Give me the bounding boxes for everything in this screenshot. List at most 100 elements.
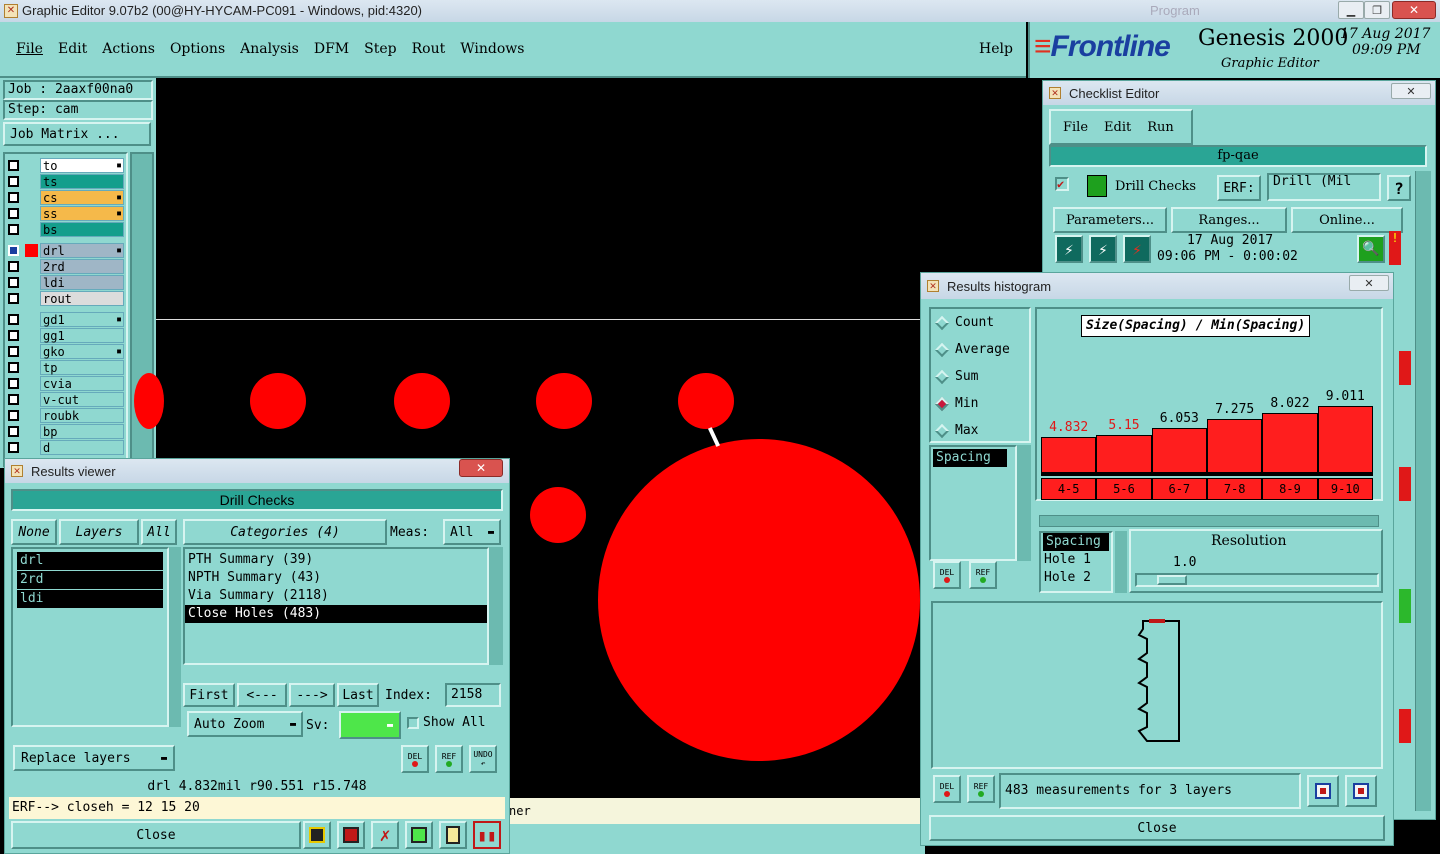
histogram-bar[interactable]	[1207, 418, 1263, 473]
menu-help[interactable]: Help	[979, 41, 1013, 57]
bar-category-label[interactable]: 4-5	[1041, 478, 1097, 500]
layer-checkbox[interactable]	[8, 277, 19, 288]
pad-feature[interactable]	[678, 373, 734, 429]
replace-layers-select[interactable]: Replace layers ▬	[13, 745, 175, 771]
categories-button[interactable]: Categories (4)	[183, 519, 387, 545]
mode-count[interactable]: Count	[931, 309, 1029, 336]
category-item-selected[interactable]: Close Holes (483)	[185, 605, 487, 623]
bar-category-label[interactable]: 5-6	[1096, 478, 1152, 500]
layer-checkbox[interactable]	[8, 442, 19, 453]
checklist-menu-file[interactable]: File	[1063, 120, 1088, 135]
list-item[interactable]: Hole 1	[1041, 551, 1111, 569]
all-button[interactable]: All	[141, 519, 177, 545]
layer-row-ldi[interactable]: ldi	[6, 275, 124, 290]
layer-row-tp[interactable]: tp	[6, 360, 124, 375]
del-button[interactable]: DEL	[401, 745, 429, 773]
first-button[interactable]: First	[183, 683, 235, 707]
tool-icon-5[interactable]	[439, 821, 467, 849]
list-item[interactable]: ldi	[17, 590, 163, 608]
layer-checkbox[interactable]	[8, 192, 19, 203]
layer-results-list[interactable]: drl 2rd ldi	[11, 547, 169, 727]
next-button[interactable]: --->	[289, 683, 335, 707]
layer-row-cs[interactable]: cs ▪	[6, 190, 124, 205]
layer-row-drl[interactable]: drl ▪	[6, 243, 124, 258]
help-button[interactable]: ?	[1387, 175, 1411, 201]
hist-ref-button[interactable]: REF	[969, 561, 997, 589]
run-check-button-2[interactable]: ⚡	[1089, 235, 1117, 263]
layer-checkbox[interactable]	[8, 208, 19, 219]
menu-actions[interactable]: Actions	[102, 41, 155, 57]
category-item[interactable]: Via Summary (2118)	[185, 587, 487, 605]
maximize-button[interactable]: ❐	[1364, 1, 1390, 19]
chart-hscrollbar[interactable]	[1039, 515, 1379, 527]
menu-analysis[interactable]: Analysis	[240, 41, 299, 57]
preview-del-button[interactable]: DEL	[933, 775, 961, 803]
checklist-menu-edit[interactable]: Edit	[1104, 120, 1131, 135]
histogram-toggle-button[interactable]: ▮▮	[473, 821, 501, 849]
menu-rout[interactable]: Rout	[412, 41, 446, 57]
layer-checkbox[interactable]	[8, 362, 19, 373]
histogram-bar[interactable]	[1317, 406, 1373, 473]
erf-button[interactable]: ERF:	[1217, 175, 1261, 201]
mode-average[interactable]: Average	[931, 336, 1029, 363]
list-item[interactable]: Spacing	[1043, 533, 1109, 551]
import-button[interactable]	[1345, 775, 1377, 807]
list-item[interactable]: drl	[17, 552, 163, 570]
menu-windows[interactable]: Windows	[460, 41, 524, 57]
erf-value-field[interactable]: Drill (Mil	[1267, 173, 1381, 201]
layer-checkbox[interactable]	[8, 224, 19, 235]
large-pad-feature[interactable]	[598, 439, 920, 761]
spacing-list[interactable]: Spacing Hole 1 Hole 2	[1039, 531, 1113, 593]
category-item[interactable]: PTH Summary (39)	[185, 551, 487, 569]
show-all-checkbox[interactable]	[407, 717, 419, 729]
list-item[interactable]: Hole 2	[1041, 569, 1111, 587]
measure-list-scrollbar[interactable]	[1017, 445, 1031, 561]
window-close-button[interactable]: ✕	[1392, 1, 1436, 19]
menu-dfm[interactable]: DFM	[314, 41, 349, 57]
layer-row-to[interactable]: to ▪	[6, 158, 124, 173]
layer-checkbox[interactable]	[8, 245, 19, 256]
parameters-button[interactable]: Parameters...	[1053, 207, 1167, 233]
layer-checkbox[interactable]	[8, 261, 19, 272]
histogram-bar[interactable]	[1151, 427, 1207, 473]
menu-file[interactable]: File	[16, 41, 43, 57]
run-check-button[interactable]: ⚡	[1055, 235, 1083, 263]
export-button[interactable]	[1307, 775, 1339, 807]
checklist-menu-run[interactable]: Run	[1147, 120, 1174, 135]
layer-checkbox[interactable]	[8, 293, 19, 304]
mode-sum[interactable]: Sum	[931, 363, 1029, 390]
layer-row-gg1[interactable]: gg1	[6, 328, 124, 343]
layer-checkbox[interactable]	[8, 378, 19, 389]
ref-button[interactable]: REF	[435, 745, 463, 773]
layer-checkbox[interactable]	[8, 330, 19, 341]
layer-row-bp[interactable]: bp	[6, 424, 124, 439]
none-button[interactable]: None	[11, 519, 57, 545]
bar-category-label[interactable]: 8-9	[1262, 478, 1318, 500]
category-item[interactable]: NPTH Summary (43)	[185, 569, 487, 587]
layer-checkbox[interactable]	[8, 176, 19, 187]
spacing-list-scrollbar[interactable]	[1115, 531, 1127, 593]
pad-feature[interactable]	[250, 373, 306, 429]
tool-icon-1[interactable]	[303, 821, 331, 849]
checklist-scrollbar[interactable]	[1415, 171, 1431, 811]
last-button[interactable]: Last	[337, 683, 379, 707]
layer-checkbox[interactable]	[8, 426, 19, 437]
preview-ref-button[interactable]: REF	[967, 775, 995, 803]
pad-feature[interactable]	[536, 373, 592, 429]
list-item[interactable]: 2rd	[17, 571, 163, 589]
mode-max[interactable]: Max	[931, 417, 1029, 444]
histogram-bar[interactable]	[1262, 413, 1318, 473]
histogram-close-button[interactable]: Close	[929, 815, 1385, 841]
tool-icon-3[interactable]: ✗	[371, 821, 399, 849]
bar-category-label[interactable]: 7-8	[1207, 478, 1263, 500]
pad-feature[interactable]	[394, 373, 450, 429]
category-list[interactable]: PTH Summary (39) NPTH Summary (43) Via S…	[183, 547, 489, 665]
prev-button[interactable]: <---	[237, 683, 287, 707]
layer-checkbox[interactable]	[8, 410, 19, 421]
results-viewer-close-x[interactable]: ✕	[459, 459, 503, 477]
zoom-button[interactable]: 🔍	[1357, 235, 1385, 263]
tool-icon-4[interactable]	[405, 821, 433, 849]
layer-checkbox[interactable]	[8, 314, 19, 325]
pad-feature[interactable]	[134, 373, 164, 429]
results-close-button[interactable]: Close	[11, 821, 301, 849]
